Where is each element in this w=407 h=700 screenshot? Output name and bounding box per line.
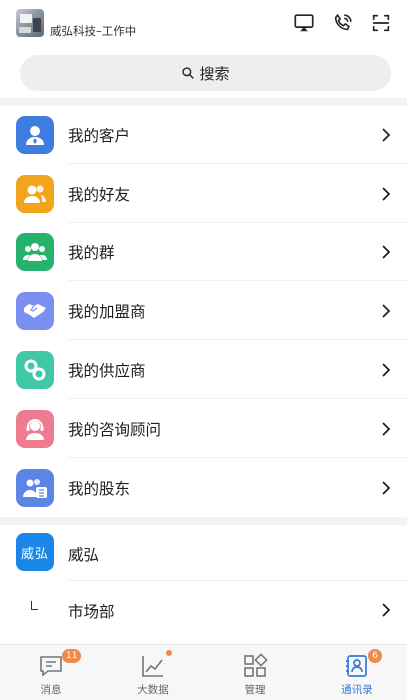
- organization-name[interactable]: 威弘: [68, 543, 99, 565]
- search-icon: [182, 67, 195, 79]
- tab-big-data[interactable]: 大数据: [102, 645, 204, 700]
- tab-messages[interactable]: 11 消息: [0, 645, 102, 700]
- message-icon: [38, 653, 64, 679]
- chevron-right-icon: [382, 187, 391, 201]
- contact-row-groups[interactable]: 我的群: [0, 223, 407, 281]
- section-divider: [0, 98, 407, 106]
- chevron-right-icon[interactable]: [381, 602, 391, 618]
- search-label: 搜索: [199, 64, 230, 83]
- contact-row-label: 我的股东: [68, 480, 131, 498]
- friends-icon: [16, 175, 54, 213]
- chart-icon: [140, 653, 166, 679]
- row-separator: [68, 398, 407, 399]
- contact-row-friends[interactable]: 我的好友: [0, 165, 407, 223]
- chevron-right-icon: [382, 363, 391, 377]
- notification-dot: [166, 650, 172, 656]
- contact-row-label: 我的加盟商: [68, 303, 146, 321]
- shareholder-icon: [16, 469, 54, 507]
- chevron-right-icon: [382, 422, 391, 436]
- contact-row-suppliers[interactable]: 我的供应商: [0, 341, 407, 399]
- contact-row-label: 我的供应商: [68, 362, 146, 380]
- screen-cast-icon[interactable]: [293, 12, 315, 34]
- consultant-icon: [16, 410, 54, 448]
- handshake-icon: [16, 292, 54, 330]
- unread-badge: 6: [368, 649, 382, 663]
- tab-label: 管理: [244, 684, 266, 696]
- org-status-label[interactable]: 威弘科技–工作中: [50, 23, 136, 39]
- row-separator: [68, 580, 407, 581]
- contact-row-shareholders[interactable]: 我的股东: [0, 459, 407, 517]
- org-avatar[interactable]: [16, 9, 44, 37]
- contact-row-consultants[interactable]: 我的咨询顾问: [0, 400, 407, 458]
- department-name[interactable]: 市场部: [68, 600, 115, 622]
- tab-contacts[interactable]: 6 通讯录: [306, 645, 407, 700]
- bottom-tab-bar: 11 消息 大数据 管理 6 通讯录: [0, 644, 407, 700]
- organization-logo[interactable]: 威弘: [16, 533, 54, 571]
- unread-badge: 11: [62, 649, 82, 663]
- row-separator: [68, 457, 407, 458]
- contacts-icon: [344, 653, 370, 679]
- contact-row-label: 我的群: [68, 244, 115, 262]
- tab-label: 消息: [40, 684, 62, 696]
- group-icon: [16, 233, 54, 271]
- chevron-right-icon: [382, 304, 391, 318]
- scan-icon[interactable]: [370, 12, 392, 34]
- chevron-right-icon: [382, 128, 391, 142]
- section-divider: [0, 517, 407, 525]
- tab-label: 大数据: [137, 684, 169, 696]
- chevron-right-icon: [382, 245, 391, 259]
- grid-icon: [242, 653, 268, 679]
- tab-management[interactable]: 管理: [204, 645, 306, 700]
- contact-row-label: 我的咨询顾问: [68, 421, 162, 439]
- row-separator: [68, 163, 407, 164]
- tree-branch-icon: [31, 601, 38, 610]
- chevron-right-icon: [382, 481, 391, 495]
- tab-label: 通讯录: [341, 684, 373, 696]
- row-separator: [68, 280, 407, 281]
- link-icon: [16, 351, 54, 389]
- contact-row-label: 我的好友: [68, 186, 131, 204]
- contact-row-label: 我的客户: [68, 127, 131, 145]
- search-bar[interactable]: 搜索: [20, 55, 391, 91]
- phone-call-icon[interactable]: [332, 12, 354, 34]
- contact-row-customers[interactable]: 我的客户: [0, 106, 407, 164]
- contact-row-franchisees[interactable]: 我的加盟商: [0, 282, 407, 340]
- customer-icon: [16, 116, 54, 154]
- row-separator: [68, 339, 407, 340]
- top-bar: 威弘科技–工作中: [0, 0, 407, 50]
